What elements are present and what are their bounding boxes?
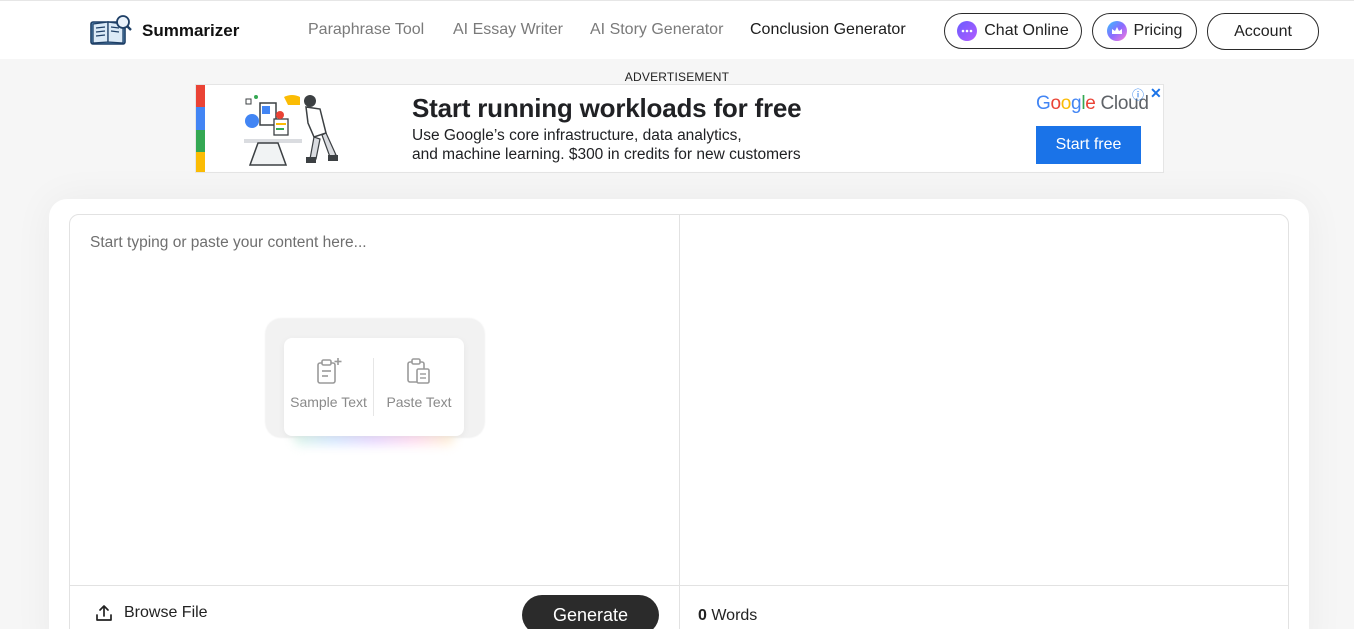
panel-divider <box>679 215 680 629</box>
crown-icon <box>1106 21 1127 41</box>
browse-file-label: Browse File <box>124 604 208 621</box>
ad-headline: Start running workloads for free <box>412 93 802 123</box>
word-count-value: 0 <box>698 607 707 624</box>
ad-close-icon[interactable]: ✕ <box>1150 85 1162 102</box>
word-count-label: Words <box>711 607 758 624</box>
chat-bubble-icon <box>957 21 978 41</box>
sample-text-icon <box>316 358 341 384</box>
ad-body-line-1: Use Google’s core infrastructure, data a… <box>412 127 742 144</box>
ad-illustration <box>244 95 338 166</box>
pricing-button[interactable]: Pricing <box>1092 13 1197 49</box>
ad-color-stripe <box>196 85 205 172</box>
google-cloud-ad[interactable]: Start running workloads for free Use Goo… <box>195 84 1164 173</box>
chat-online-button[interactable]: Chat Online <box>944 13 1082 49</box>
ad-info-icon[interactable]: ⓘ <box>1132 86 1144 103</box>
sample-text-label: Sample Text <box>290 394 367 410</box>
editor-panel: Start typing or paste your content here.… <box>69 214 1289 629</box>
footer-divider <box>70 585 1288 586</box>
chat-online-label: Chat Online <box>984 22 1069 39</box>
upload-icon <box>96 605 112 621</box>
paste-text-button[interactable]: Paste Text <box>374 338 464 436</box>
browse-file-button[interactable]: Browse File <box>94 603 208 623</box>
paste-clipboard-icon <box>407 358 430 384</box>
top-header: Summarizer Paraphrase Tool AI Essay Writ… <box>0 0 1354 59</box>
nav-paraphrase-tool[interactable]: Paraphrase Tool <box>308 21 424 39</box>
input-textarea[interactable]: Start typing or paste your content here.… <box>90 234 367 252</box>
brand-name[interactable]: Summarizer <box>142 21 239 41</box>
generate-button[interactable]: Generate <box>522 595 659 629</box>
nav-ai-story-generator[interactable]: AI Story Generator <box>590 21 723 39</box>
ad-start-free-button[interactable]: Start free <box>1036 126 1141 164</box>
paste-text-label: Paste Text <box>386 394 452 410</box>
book-logo-icon[interactable] <box>90 14 132 46</box>
sample-text-button[interactable]: Sample Text <box>284 338 373 436</box>
nav-conclusion-generator[interactable]: Conclusion Generator <box>750 21 906 39</box>
helper-actions: Sample Text Paste Text <box>284 338 464 436</box>
pricing-label: Pricing <box>1133 22 1183 39</box>
ad-body-line-2: and machine learning. $300 in credits fo… <box>412 146 801 163</box>
word-counter: 0 Words <box>698 607 757 625</box>
nav-ai-essay-writer[interactable]: AI Essay Writer <box>453 21 563 39</box>
account-button[interactable]: Account <box>1207 13 1319 50</box>
advertisement-label: ADVERTISEMENT <box>624 70 730 84</box>
